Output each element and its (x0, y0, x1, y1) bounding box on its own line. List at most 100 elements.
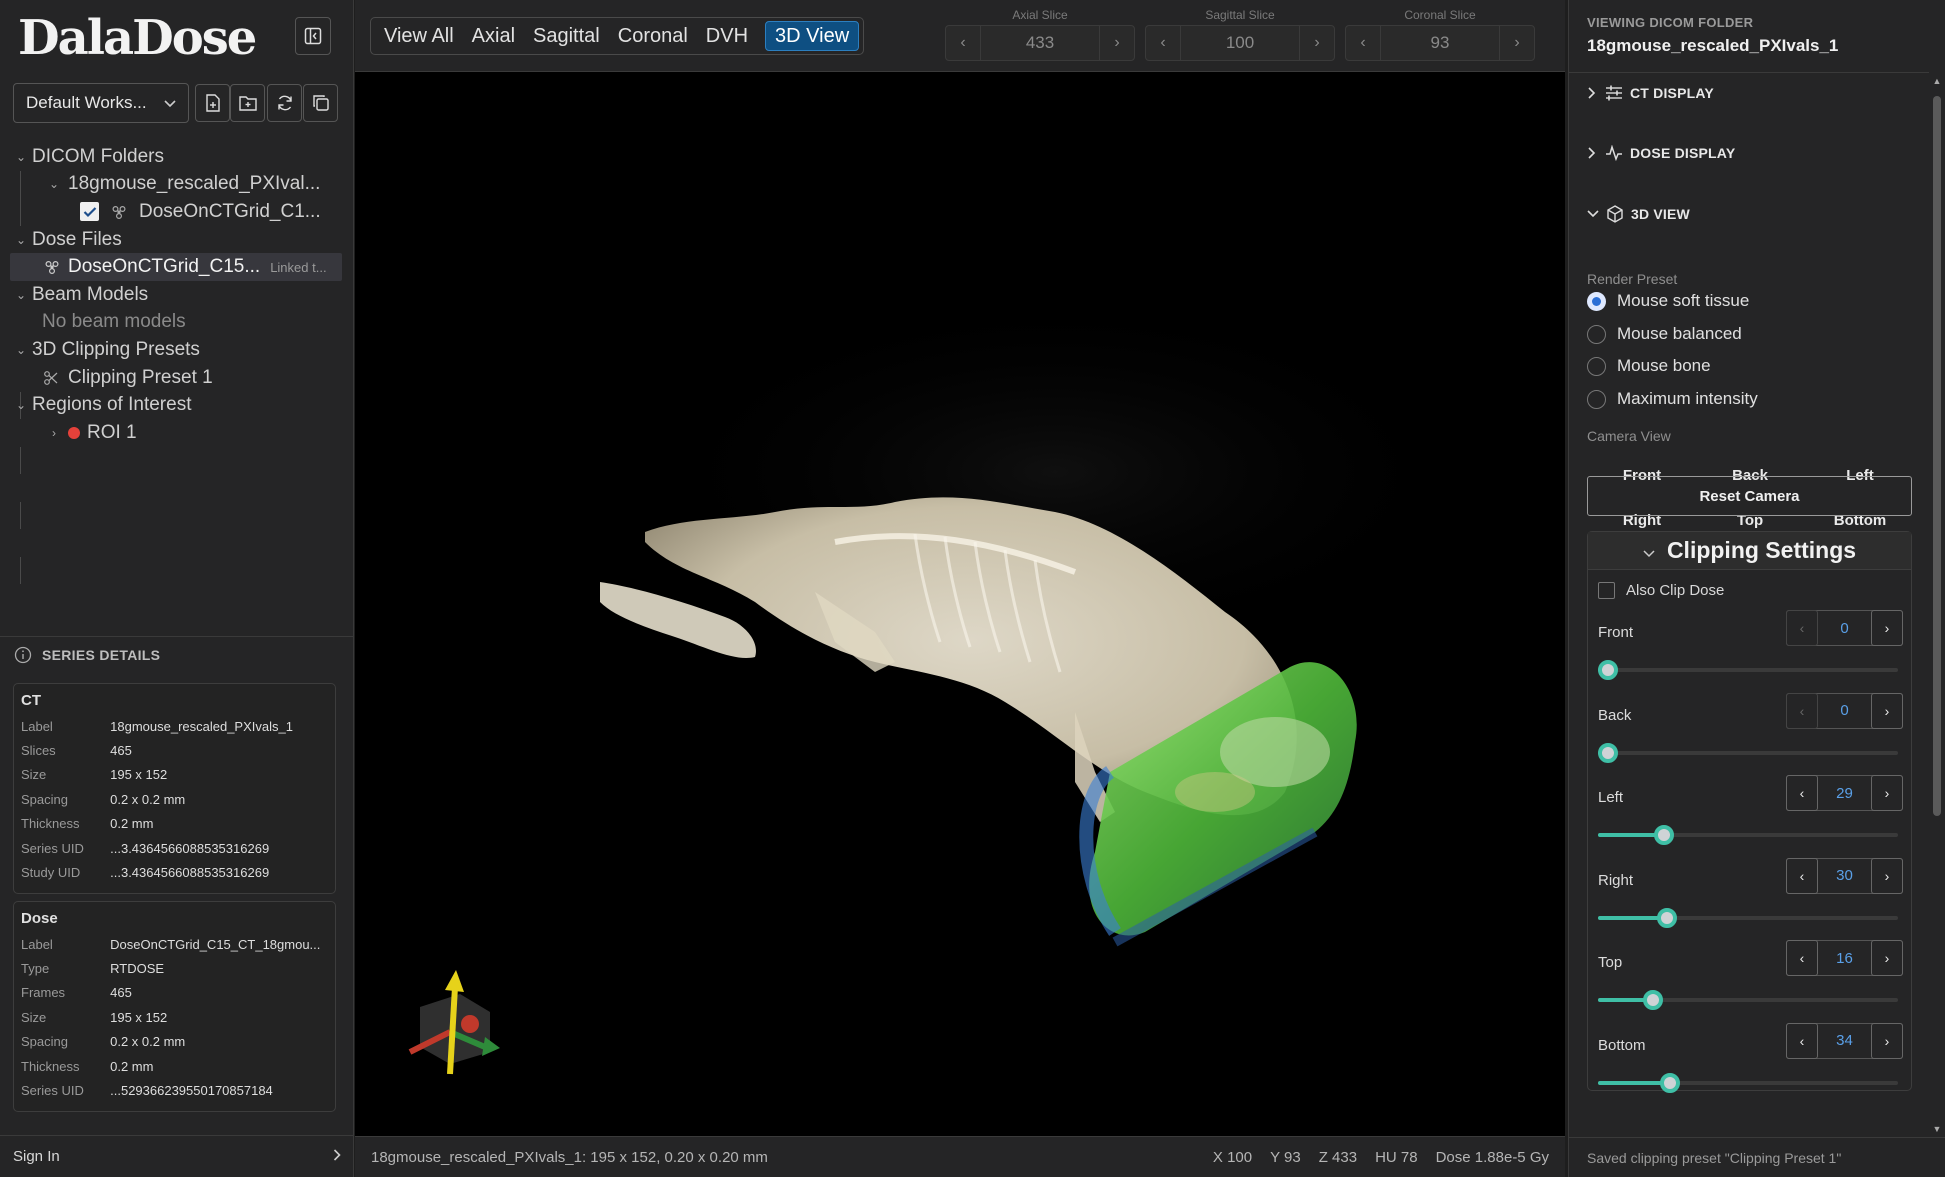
copy-icon (312, 95, 329, 111)
clip-value-input[interactable]: 16 (1817, 941, 1872, 975)
duplicate-button[interactable] (303, 84, 338, 122)
activity-icon (1606, 145, 1622, 161)
new-file-button[interactable] (195, 84, 230, 122)
detail-value: 0.2 x 0.2 mm (110, 1034, 186, 1050)
scrollbar-thumb[interactable] (1933, 96, 1941, 816)
clip-slider[interactable] (1598, 825, 1898, 845)
tree-dose-files[interactable]: ⌄ Dose Files (0, 226, 354, 254)
decrement-button[interactable]: ‹ (1786, 610, 1818, 646)
cursor-y: Y 93 (1270, 1148, 1301, 1166)
scroll-up-arrow[interactable]: ▲ (1931, 76, 1943, 86)
3d-view-section[interactable]: 3D VIEW (1587, 205, 1690, 223)
chevron-right-icon (333, 1148, 341, 1165)
clip-slider[interactable] (1598, 907, 1898, 928)
increment-button[interactable]: › (1871, 940, 1903, 976)
clip-value-input[interactable]: 34 (1817, 1024, 1872, 1058)
slider-handle[interactable] (1659, 1072, 1680, 1093)
checkbox-checked[interactable] (80, 202, 99, 222)
ct-display-section[interactable]: CT DISPLAY (1587, 85, 1714, 101)
tree-roi-item[interactable]: › ROI 1 (0, 419, 354, 447)
slider-handle[interactable] (1654, 825, 1674, 845)
panel-status-message: Saved clipping preset "Clipping Preset 1… (1569, 1137, 1945, 1177)
sign-in-button[interactable]: Sign In (0, 1135, 354, 1177)
3d-viewport[interactable] (355, 72, 1565, 1136)
detail-key: Frames (21, 985, 66, 1001)
section-title: CT DISPLAY (1630, 85, 1714, 101)
clip-value-input[interactable]: 0 (1817, 694, 1872, 728)
chevron-down-icon (1643, 537, 1655, 564)
also-clip-dose-checkbox[interactable]: Also Clip Dose (1598, 582, 1724, 599)
axial-prev-button[interactable]: ‹ (946, 34, 980, 52)
increment-button[interactable]: › (1871, 610, 1903, 646)
tree-folder-item[interactable]: ⌄ 18gmouse_rescaled_PXIval... (0, 171, 354, 199)
cube-icon (1607, 205, 1623, 223)
slider-handle[interactable] (1656, 907, 1677, 928)
cursor-dose: Dose 1.88e-5 Gy (1435, 1148, 1549, 1166)
tab-view-all[interactable]: View All (375, 21, 463, 51)
detail-row: Type RTDOSE (21, 956, 328, 980)
increment-button[interactable]: › (1871, 857, 1903, 894)
preset-maximum-intensity[interactable]: Maximum intensity (1587, 389, 1758, 409)
reset-camera-button[interactable]: Reset Camera (1587, 476, 1912, 516)
clip-value-input[interactable]: 30 (1817, 859, 1872, 893)
tab-dvh[interactable]: DVH (697, 21, 757, 51)
decrement-button[interactable]: ‹ (1786, 775, 1818, 811)
tree-beam-models[interactable]: ⌄ Beam Models (0, 281, 354, 309)
scroll-down-arrow[interactable]: ▼ (1931, 1124, 1943, 1134)
tree-clipping-presets[interactable]: ⌄ 3D Clipping Presets (0, 336, 354, 364)
check-icon (83, 207, 96, 218)
decrement-button[interactable]: ‹ (1786, 940, 1818, 976)
clip-label: Left (1598, 789, 1624, 806)
sagittal-next-button[interactable]: › (1300, 34, 1334, 52)
panel-scrollbar[interactable]: ▲ ▼ (1931, 76, 1943, 1134)
tree-regions-of-interest[interactable]: ⌄ Regions of Interest (0, 391, 354, 419)
increment-button[interactable]: › (1871, 692, 1903, 729)
increment-button[interactable]: › (1871, 1022, 1903, 1059)
clipping-settings-header[interactable]: Clipping Settings (1588, 532, 1911, 570)
tree-clipping-preset-item[interactable]: Clipping Preset 1 (0, 364, 354, 392)
coronal-next-button[interactable]: › (1500, 34, 1534, 52)
preset-mouse-balanced[interactable]: Mouse balanced (1587, 324, 1742, 344)
tab-axial[interactable]: Axial (463, 21, 524, 51)
tab-3d-view[interactable]: 3D View (765, 21, 860, 51)
sagittal-prev-button[interactable]: ‹ (1146, 34, 1180, 52)
collapse-sidebar-button[interactable] (295, 17, 331, 55)
clip-slider[interactable] (1598, 742, 1898, 763)
axial-slice-value[interactable]: 433 (980, 26, 1100, 60)
detail-value: 465 (110, 743, 132, 759)
increment-button[interactable]: › (1871, 775, 1903, 811)
sagittal-slice-value[interactable]: 100 (1180, 26, 1300, 60)
radio-unselected (1587, 324, 1606, 344)
decrement-button[interactable]: ‹ (1786, 857, 1818, 894)
preset-mouse-soft-tissue[interactable]: Mouse soft tissue (1587, 291, 1749, 311)
clip-slider[interactable] (1598, 990, 1898, 1010)
tab-sagittal[interactable]: Sagittal (524, 21, 609, 51)
tree-dicom-dose-item[interactable]: DoseOnCTGrid_C1... (0, 198, 354, 226)
clip-value-input[interactable]: 0 (1817, 611, 1872, 645)
clip-slider[interactable] (1598, 1072, 1898, 1093)
detail-row: Thickness 0.2 mm (21, 812, 328, 836)
view-toolbar: View All Axial Sagittal Coronal DVH 3D V… (355, 0, 1565, 72)
coronal-slice-control: Coronal Slice ‹ 93 › (1345, 0, 1535, 72)
slider-handle[interactable] (1598, 660, 1618, 680)
decrement-button[interactable]: ‹ (1786, 692, 1818, 729)
axial-next-button[interactable]: › (1100, 34, 1134, 52)
coronal-prev-button[interactable]: ‹ (1346, 34, 1380, 52)
open-folder-button[interactable] (230, 84, 265, 122)
refresh-button[interactable] (267, 84, 302, 122)
dose-display-section[interactable]: DOSE DISPLAY (1587, 145, 1735, 161)
slider-handle[interactable] (1598, 742, 1618, 763)
chevron-down-icon: ⌄ (15, 287, 27, 302)
tree-dose-file-selected[interactable]: DoseOnCTGrid_C15... Linked t... (10, 253, 342, 281)
preset-mouse-bone[interactable]: Mouse bone (1587, 356, 1711, 376)
detail-row: Label 18gmouse_rescaled_PXIvals_1 (21, 714, 328, 738)
tree-dicom-folders[interactable]: ⌄ DICOM Folders (0, 143, 354, 171)
decrement-button[interactable]: ‹ (1786, 1022, 1818, 1059)
clip-slider[interactable] (1598, 660, 1898, 680)
coronal-slice-value[interactable]: 93 (1380, 26, 1500, 60)
clip-value-input[interactable]: 29 (1817, 776, 1872, 810)
slider-handle[interactable] (1642, 990, 1663, 1010)
detail-key: Type (21, 961, 50, 977)
tab-coronal[interactable]: Coronal (609, 21, 697, 51)
workspace-select[interactable]: Default Works... (13, 83, 189, 123)
